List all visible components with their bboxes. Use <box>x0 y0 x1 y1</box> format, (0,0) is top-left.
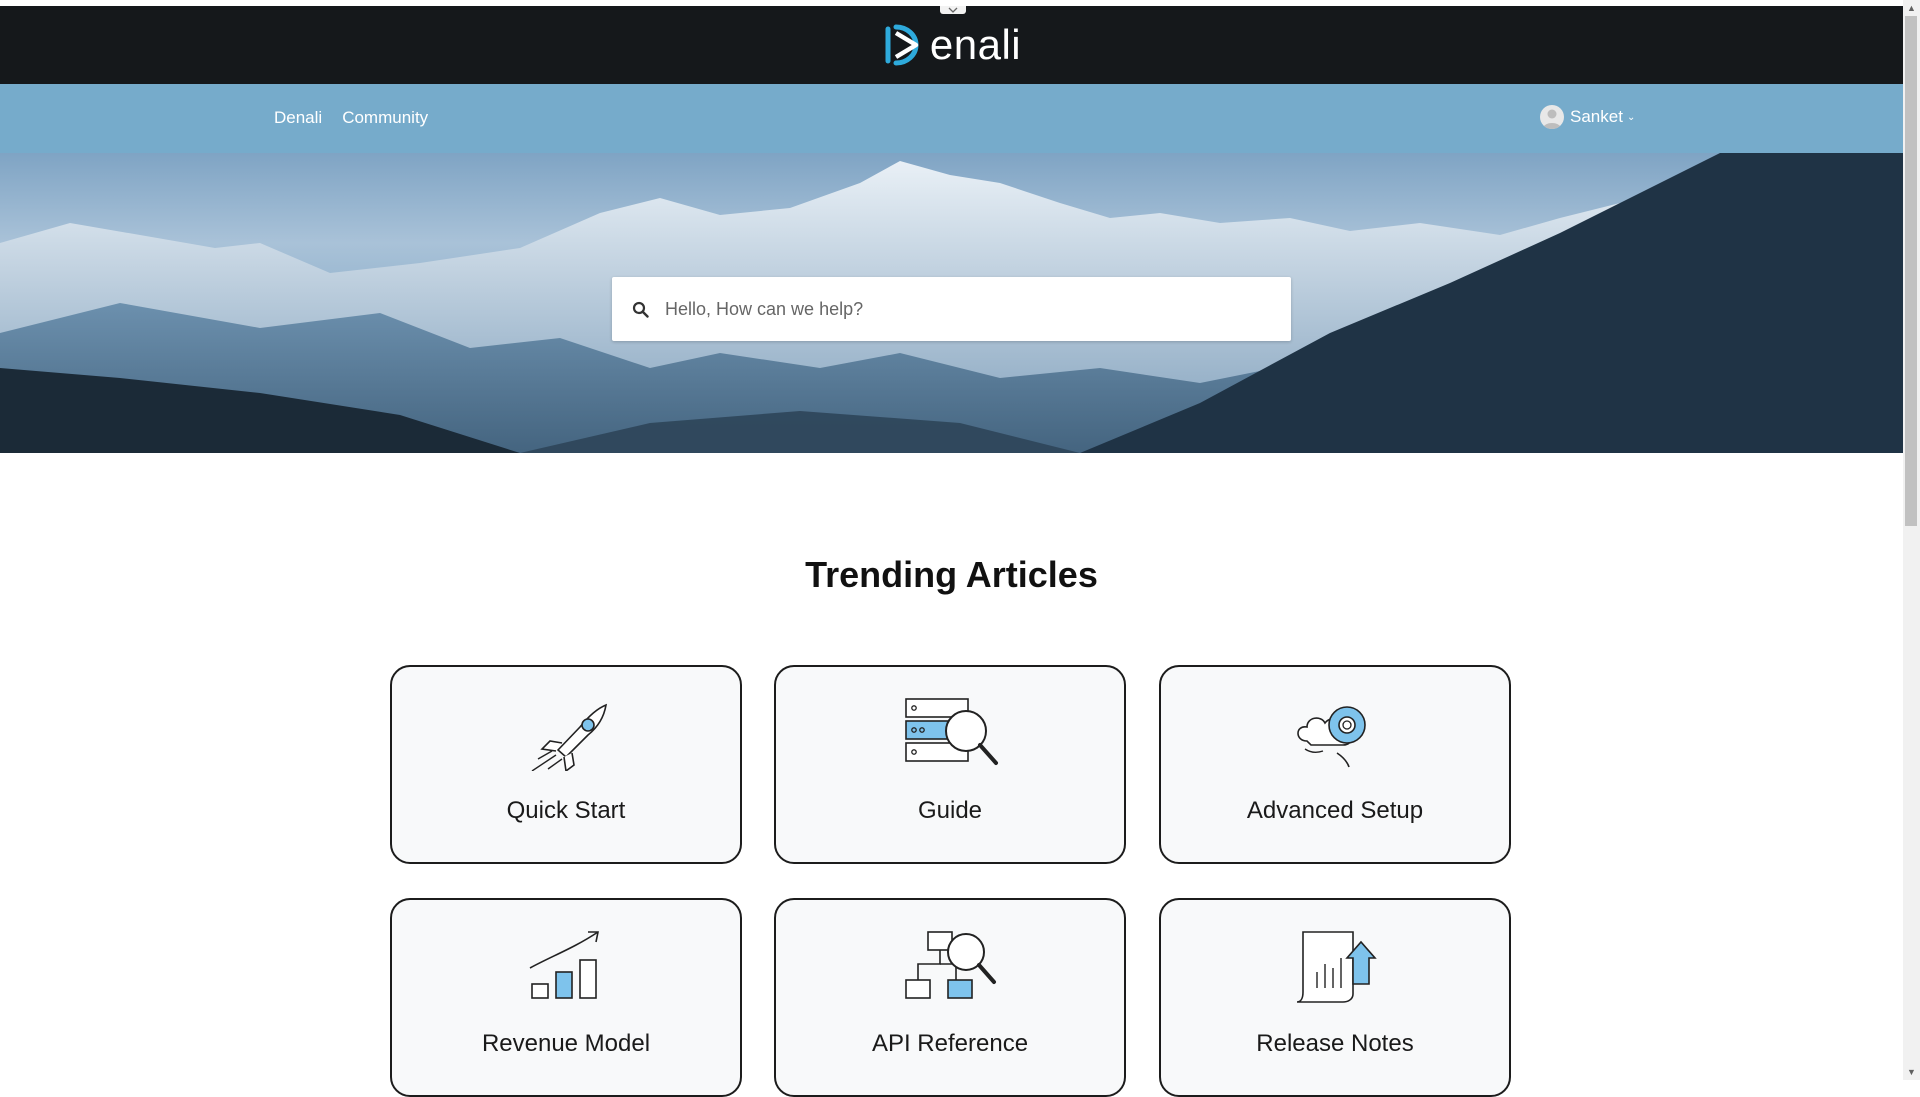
card-label: Guide <box>917 797 983 824</box>
card-guide[interactable]: Guide <box>774 665 1126 864</box>
card-release-notes[interactable]: Release Notes <box>1159 898 1511 1097</box>
search-input[interactable] <box>663 297 1291 321</box>
user-menu[interactable]: Sanket ⌄ <box>1540 105 1635 129</box>
card-quick-start[interactable]: Quick Start <box>390 665 742 864</box>
logo-text: enali <box>929 21 1022 68</box>
card-revenue-model[interactable]: Revenue Model <box>390 898 742 1097</box>
expand-tab[interactable] <box>940 6 966 14</box>
top-header: enali <box>0 6 1903 84</box>
server-search-icon <box>905 698 998 765</box>
avatar <box>1540 105 1564 129</box>
scroll-up-icon[interactable]: ▲ <box>1903 0 1920 16</box>
card-label: Quick Start <box>506 797 626 824</box>
rocket-icon <box>531 703 608 771</box>
card-label: API Reference <box>871 1030 1029 1057</box>
nav-link-community[interactable]: Community <box>342 108 428 128</box>
growth-chart-icon <box>529 931 599 999</box>
gear-cloud-icon <box>1297 706 1366 768</box>
search-box <box>612 277 1291 341</box>
logo-mark-icon <box>885 24 919 66</box>
chevron-down-icon: ⌄ <box>1626 111 1636 123</box>
denali-logo[interactable]: enali <box>882 19 1021 71</box>
hero-banner <box>0 153 1903 453</box>
card-advanced-setup[interactable]: Advanced Setup <box>1159 665 1511 864</box>
nav-links: Denali Community <box>274 108 428 128</box>
search-icon <box>632 301 649 318</box>
section-title: Trending Articles <box>805 554 1098 595</box>
diagram-search-icon <box>905 931 996 999</box>
card-api-reference[interactable]: API Reference <box>774 898 1126 1097</box>
page-scrollbar[interactable]: ▲ ▼ <box>1903 0 1920 1080</box>
scroll-thumb[interactable] <box>1905 16 1917 526</box>
document-upload-icon <box>1296 931 1377 1003</box>
nav-bar: Denali Community Sanket ⌄ <box>0 84 1903 153</box>
user-icon <box>1543 109 1561 129</box>
chevron-down-icon <box>948 7 958 13</box>
scroll-down-icon[interactable]: ▼ <box>1903 1064 1920 1080</box>
user-name: Sanket <box>1570 107 1623 126</box>
card-label: Advanced Setup <box>1246 797 1424 824</box>
card-label: Release Notes <box>1256 1030 1414 1057</box>
card-label: Revenue Model <box>481 1030 651 1057</box>
nav-link-denali[interactable]: Denali <box>274 108 322 128</box>
